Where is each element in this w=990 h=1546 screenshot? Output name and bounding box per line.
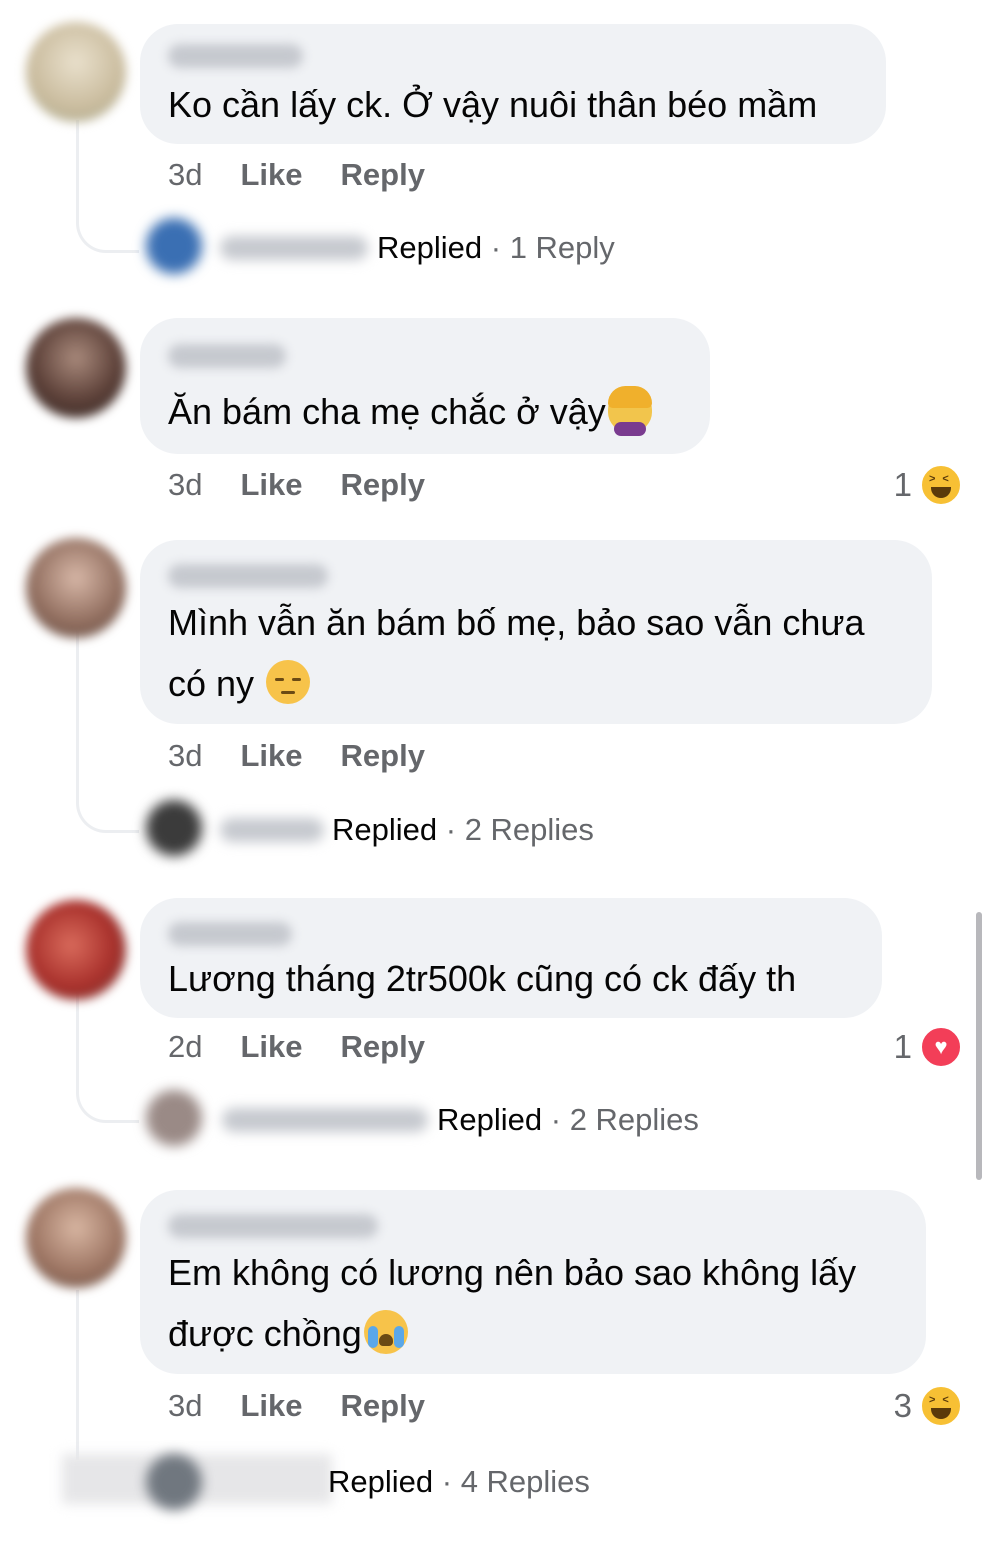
reaction-summary[interactable]: 1 ><	[894, 463, 962, 507]
replies-link[interactable]: Replied · 2 Replies	[140, 1090, 720, 1150]
thread-line	[76, 630, 139, 833]
like-button[interactable]: Like	[240, 738, 302, 773]
replier-avatar	[146, 800, 202, 856]
replied-label: Replied · 2 Replies	[437, 1102, 699, 1137]
reaction-count: 3	[893, 1387, 912, 1424]
replier-avatar	[146, 1454, 202, 1510]
pensive-face-emoji	[266, 660, 311, 704]
thread-line	[76, 990, 139, 1123]
comment-bubble[interactable]: Lương tháng 2tr500k cũng có ck đấy th	[140, 898, 882, 1018]
face-palm-woman-emoji	[607, 386, 652, 436]
replies-count: 4 Replies	[460, 1464, 590, 1499]
haha-reaction-icon: ><	[920, 1385, 962, 1427]
comment-time: 2d	[168, 1029, 203, 1064]
reply-button[interactable]: Reply	[341, 157, 425, 192]
replies-link[interactable]: Replied · 2 Replies	[140, 800, 610, 860]
reaction-count: 1	[893, 1028, 912, 1065]
scrollbar[interactable]	[976, 912, 982, 1180]
comment-text: được chồng	[168, 1303, 408, 1364]
comment-bubble[interactable]: Ăn bám cha mẹ chắc ở vậy	[140, 318, 710, 454]
reaction-count: 1	[893, 466, 912, 503]
comment-actions: 3d Like Reply	[168, 465, 463, 505]
avatar[interactable]	[26, 318, 126, 418]
author-name-blurred[interactable]	[168, 564, 328, 588]
reply-button[interactable]: Reply	[341, 738, 425, 773]
avatar[interactable]	[26, 900, 126, 1000]
like-button[interactable]: Like	[240, 1388, 302, 1423]
reaction-summary[interactable]: 3 ><	[894, 1384, 962, 1428]
avatar[interactable]	[26, 538, 126, 638]
replies-count: 2 Replies	[569, 1102, 699, 1137]
author-name-blurred[interactable]	[168, 344, 286, 368]
replies-link[interactable]: Replied · 4 Replies	[60, 1452, 620, 1512]
author-name-blurred[interactable]	[168, 922, 292, 946]
comment-text: Lương tháng 2tr500k cũng có ck đấy th	[168, 958, 797, 999]
replier-avatar	[146, 1090, 202, 1146]
like-button[interactable]: Like	[240, 1029, 302, 1064]
thread-line	[76, 120, 139, 253]
comment-time: 3d	[168, 738, 203, 773]
like-button[interactable]: Like	[240, 157, 302, 192]
replier-name-blurred	[220, 236, 368, 260]
comment-actions: 2d Like Reply	[168, 1027, 463, 1067]
comment-bubble[interactable]: Ko cần lấy ck. Ở vậy nuôi thân béo mầm	[140, 24, 886, 144]
thread-line	[76, 1290, 79, 1460]
comment-time: 3d	[168, 467, 203, 502]
comment-text: có ny	[168, 653, 311, 714]
comment-text: Ko cần lấy ck. Ở vậy nuôi thân béo mầm	[168, 84, 818, 125]
author-name-blurred[interactable]	[168, 1214, 378, 1238]
avatar[interactable]	[26, 22, 126, 122]
reply-button[interactable]: Reply	[341, 1388, 425, 1423]
replier-name-blurred	[222, 1108, 428, 1132]
comment-time: 3d	[168, 1388, 203, 1423]
replies-count: 2 Replies	[464, 812, 594, 847]
replies-link[interactable]: Replied · 1 Reply	[140, 218, 620, 278]
comment-actions: 3d Like Reply	[168, 736, 463, 776]
replied-label: Replied · 4 Replies	[328, 1464, 590, 1499]
replied-label: Replied · 1 Reply	[377, 230, 615, 265]
replier-name-blurred	[220, 818, 324, 842]
author-name-blurred[interactable]	[168, 44, 303, 68]
comment-bubble[interactable]: Mình vẫn ăn bám bố mẹ, bảo sao vẫn chưa …	[140, 540, 932, 724]
like-button[interactable]: Like	[240, 467, 302, 502]
replied-label: Replied · 2 Replies	[332, 812, 594, 847]
love-reaction-icon: ♥	[920, 1026, 962, 1068]
comment-text: Ăn bám cha mẹ chắc ở vậy	[168, 381, 652, 442]
replier-avatar	[146, 218, 202, 274]
replies-count: 1 Reply	[509, 230, 615, 265]
crying-face-emoji	[363, 1310, 408, 1354]
reaction-summary[interactable]: 1 ♥	[894, 1025, 962, 1069]
comment-actions: 3d Like Reply	[168, 1386, 463, 1426]
comment-bubble[interactable]: Em không có lương nên bảo sao không lấy …	[140, 1190, 926, 1374]
comment-actions: 3d Like Reply	[168, 155, 463, 195]
comment-text: Mình vẫn ăn bám bố mẹ, bảo sao vẫn chưa	[168, 602, 865, 643]
haha-reaction-icon: ><	[920, 464, 962, 506]
comment-time: 3d	[168, 157, 203, 192]
avatar[interactable]	[26, 1188, 126, 1288]
comment-text: Em không có lương nên bảo sao không lấy	[168, 1252, 857, 1293]
reply-button[interactable]: Reply	[341, 1029, 425, 1064]
reply-button[interactable]: Reply	[341, 467, 425, 502]
